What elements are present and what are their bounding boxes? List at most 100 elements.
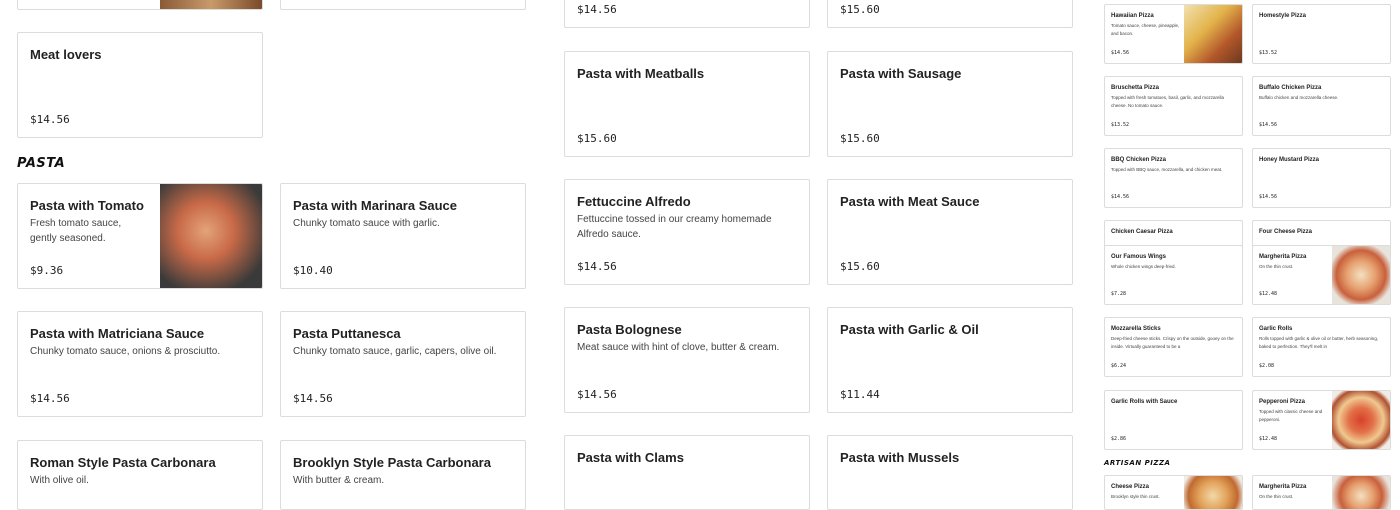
item-description: Whole chicken wings deep-fried. [1111,264,1176,269]
item-price: $14.56 [577,260,617,273]
item-title: Pasta with Clams [577,450,684,465]
menu-item-card[interactable] [280,0,526,10]
item-title: Mozzarella Sticks [1111,326,1161,332]
item-title: Pasta Puttanesca [293,326,401,341]
item-title: BBQ Chicken Pizza [1111,157,1167,163]
item-price: $9.36 [30,264,64,277]
item-price: $2.08 [1259,363,1275,369]
item-title: Fettuccine Alfredo [577,194,691,209]
item-title: Margherita Pizza [1259,484,1307,490]
item-price: $15.60 [577,132,617,145]
menu-item-buffalo[interactable]: Buffalo Chicken Pizza Buffalo chicken an… [1252,76,1391,136]
menu-item-meatballs[interactable]: Pasta with Meatballs $15.60 [564,51,810,157]
item-description: Chunky tomato sauce with garlic. [293,218,440,229]
item-price: $15.60 [840,132,880,145]
item-title: Bruschetta Pizza [1111,85,1160,91]
food-image [160,0,262,9]
item-title: Brooklyn Style Pasta Carbonara [293,455,491,470]
menu-item-hawaiian[interactable]: Hawaiian Pizza Tomato sauce, cheese, pin… [1104,4,1243,64]
item-description: Chunky tomato sauce, garlic, capers, oli… [293,346,497,357]
menu-item-bbq[interactable]: BBQ Chicken Pizza Topped with BBQ sauce,… [1104,148,1243,208]
item-description: Buffalo chicken and mozzarella cheese. [1259,95,1339,100]
item-price: $14.56 [577,3,617,16]
item-price: $2.86 [1111,436,1127,442]
menu-item-card[interactable]: $14.56 [564,0,810,28]
menu-item-chicken-caesar[interactable]: Chicken Caesar Pizza [1104,220,1243,248]
item-title: Pasta with Meat Sauce [840,194,980,209]
food-image [1184,476,1242,509]
menu-item-mozzarella-sticks[interactable]: Mozzarella Sticks Deep-fried cheese stic… [1104,317,1243,377]
food-image [1184,5,1242,63]
menu-item-meat-sauce[interactable]: Pasta with Meat Sauce $15.60 [827,179,1073,285]
menu-item-honey-mustard[interactable]: Honey Mustard Pizza $14.56 [1252,148,1391,208]
menu-item-wings[interactable]: Our Famous Wings Whole chicken wings dee… [1104,245,1243,305]
item-description: With butter & cream. [293,475,385,486]
menu-item-pasta-matriciana[interactable]: Pasta with Matriciana Sauce Chunky tomat… [17,311,263,417]
item-description: On the thin crust. [1259,264,1294,269]
menu-item-meat-lovers[interactable]: Meat lovers $14.56 [17,32,263,138]
menu-item-pasta-tomato[interactable]: Pasta with Tomato Fresh tomato sauce, ge… [17,183,263,289]
item-title: Hawaiian Pizza [1111,13,1154,19]
menu-item-homestyle[interactable]: Homestyle Pizza $13.52 [1252,4,1391,64]
item-price: $14.56 [1111,50,1130,56]
item-price: $13.52 [1111,122,1130,128]
item-title: Pasta with Mussels [840,450,960,465]
item-title: Pasta with Marinara Sauce [293,198,458,213]
item-price: $13.52 [1259,50,1278,56]
item-description: Fettuccine tossed in our creamy homemade… [577,214,772,240]
food-image [1332,246,1390,304]
item-description: Rolls topped with garlic & olive oil or … [1259,336,1379,349]
item-title: Pasta with Garlic & Oil [840,322,979,337]
item-title: Meat lovers [30,47,102,62]
menu-item-four-cheese[interactable]: Four Cheese Pizza [1252,220,1391,248]
item-description: Chunky tomato sauce, onions & prosciutto… [30,346,221,357]
item-title: Honey Mustard Pizza [1259,157,1320,163]
item-title: Chicken Caesar Pizza [1111,229,1173,235]
item-price: $14.56 [30,392,70,405]
menu-item-margherita[interactable]: Margherita Pizza On the thin crust. $12.… [1252,245,1391,305]
item-description: Fresh tomato sauce, gently seasoned. [30,218,122,244]
menu-item-bruschetta[interactable]: Bruschetta Pizza Topped with fresh tomat… [1104,76,1243,136]
menu-item-card[interactable]: $15.60 [827,0,1073,28]
item-description: Tomato sauce, cheese, pineapple, and bac… [1111,23,1180,36]
section-title-pasta: pasta [17,156,66,171]
menu-item-garlic-oil[interactable]: Pasta with Garlic & Oil $11.44 [827,307,1073,413]
item-title: Garlic Rolls with Sauce [1111,399,1178,405]
item-price: $14.56 [30,113,70,126]
item-price: $11.44 [840,388,880,401]
item-price: $14.56 [577,388,617,401]
menu-item-sausage[interactable]: Pasta with Sausage $15.60 [827,51,1073,157]
item-price: $12.48 [1259,436,1278,442]
item-description: Deep-fried cheese sticks. Crispy on the … [1111,336,1234,349]
menu-item-pasta-puttanesca[interactable]: Pasta Puttanesca Chunky tomato sauce, ga… [280,311,526,417]
item-description: Topped with BBQ sauce, mozzarella, and c… [1111,167,1223,172]
menu-item-pepperoni[interactable]: Pepperoni Pizza Topped with classic chee… [1252,390,1391,450]
item-price: $14.56 [1111,194,1130,200]
menu-item-cheese-artisan[interactable]: Cheese Pizza Brooklyn style thin crust. [1104,475,1243,510]
item-title: Margherita Pizza [1259,254,1307,260]
menu-item-garlic-rolls-sauce[interactable]: Garlic Rolls with Sauce $2.86 [1104,390,1243,450]
food-image [1332,391,1390,449]
menu-item-bolognese[interactable]: Pasta Bolognese Meat sauce with hint of … [564,307,810,413]
menu-item-garlic-rolls[interactable]: Garlic Rolls Rolls topped with garlic & … [1252,317,1391,377]
item-title: Our Famous Wings [1111,254,1166,260]
menu-item-pasta-marinara[interactable]: Pasta with Marinara Sauce Chunky tomato … [280,183,526,289]
food-image [1332,476,1390,509]
menu-item-fettuccine-alfredo[interactable]: Fettuccine Alfredo Fettuccine tossed in … [564,179,810,285]
item-title: Pasta with Tomato [30,198,144,213]
item-price: $15.60 [840,3,880,16]
menu-item-clams[interactable]: Pasta with Clams [564,435,810,510]
item-price: $10.40 [293,264,333,277]
menu-item-card[interactable] [17,0,263,10]
menu-item-mussels[interactable]: Pasta with Mussels [827,435,1073,510]
item-title: Cheese Pizza [1111,484,1150,490]
item-title: Buffalo Chicken Pizza [1259,85,1322,91]
item-description: With olive oil. [30,475,89,486]
food-image [160,184,262,288]
item-title: Pasta with Matriciana Sauce [30,326,205,341]
item-title: Roman Style Pasta Carbonara [30,455,216,470]
menu-item-margherita-artisan[interactable]: Margherita Pizza On the thin crust. [1252,475,1391,510]
item-title: Pasta Bolognese [577,322,682,337]
item-price: $6.24 [1111,363,1127,369]
item-price: $14.56 [1259,194,1278,200]
